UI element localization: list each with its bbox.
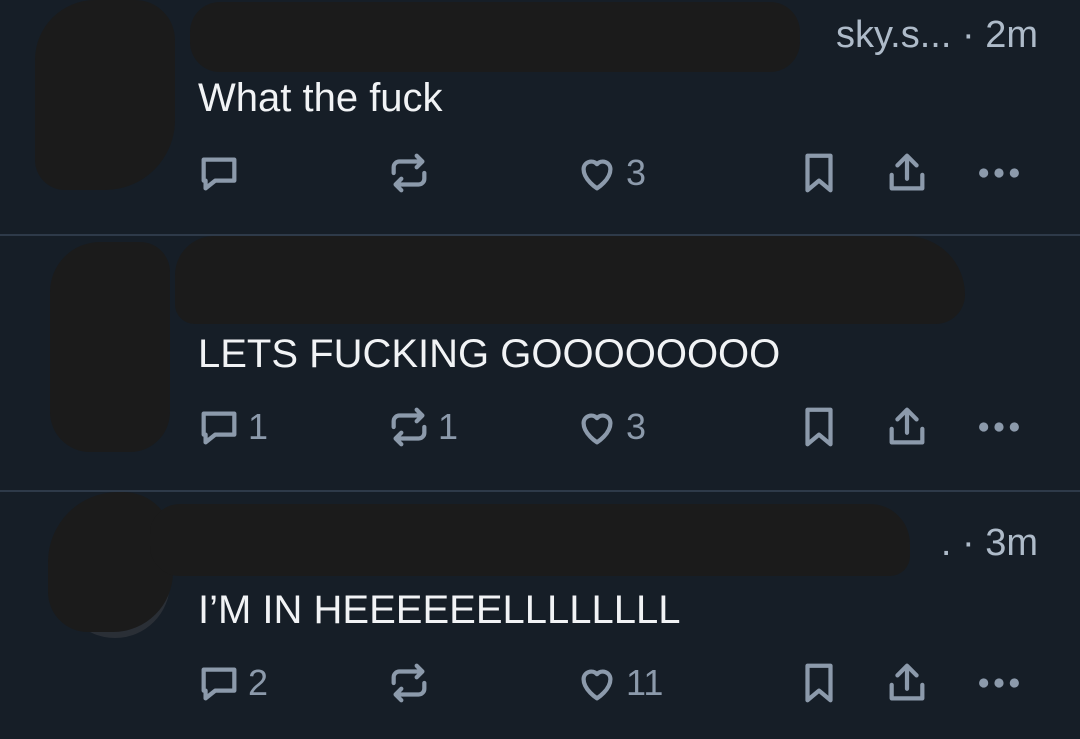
like-count: 11 <box>626 662 664 703</box>
repost-button[interactable] <box>386 658 438 708</box>
like-count: 3 <box>626 152 647 193</box>
like-button[interactable]: 3 <box>574 148 646 198</box>
bookmark-button[interactable] <box>796 402 842 452</box>
reply-count: 2 <box>248 662 269 703</box>
author-handle[interactable]: . <box>941 522 952 564</box>
like-button[interactable]: 3 <box>574 402 646 452</box>
bookmark-button[interactable] <box>796 658 842 708</box>
redaction-author <box>150 504 910 576</box>
post-actions: 2 11 <box>0 658 1080 708</box>
post[interactable]: . · 3m I’M IN HEEEEEELLLLLLLL 2 11 <box>0 492 1080 739</box>
repost-button[interactable] <box>386 148 438 198</box>
share-icon <box>884 660 930 706</box>
reply-count: 1 <box>248 406 269 447</box>
redaction-author <box>175 236 965 324</box>
share-icon <box>884 150 930 196</box>
reply-icon <box>196 150 242 196</box>
more-dots-icon <box>974 404 1024 450</box>
timestamp[interactable]: 3m <box>985 522 1038 564</box>
repost-icon <box>386 150 432 196</box>
share-button[interactable] <box>884 658 930 708</box>
post-meta: . · 3m <box>941 522 1038 565</box>
like-button[interactable]: 11 <box>574 658 663 708</box>
more-button[interactable] <box>974 148 1024 198</box>
more-button[interactable] <box>974 658 1024 708</box>
bookmark-icon <box>796 150 842 196</box>
share-icon <box>884 404 930 450</box>
post-text: LETS FUCKING GOOOOOOOO <box>198 332 781 376</box>
reply-button[interactable] <box>196 148 248 198</box>
share-button[interactable] <box>884 402 930 452</box>
bookmark-icon <box>796 404 842 450</box>
repost-count: 1 <box>438 406 459 447</box>
more-dots-icon <box>974 660 1024 706</box>
bookmark-button[interactable] <box>796 148 842 198</box>
reply-button[interactable]: 1 <box>196 402 268 452</box>
repost-icon <box>386 404 432 450</box>
share-button[interactable] <box>884 148 930 198</box>
separator: · <box>961 522 986 564</box>
reply-icon <box>196 660 242 706</box>
heart-icon <box>574 404 620 450</box>
repost-button[interactable]: 1 <box>386 402 458 452</box>
post[interactable]: LETS FUCKING GOOOOOOOO 1 1 3 <box>0 236 1080 491</box>
post-actions: 3 <box>0 148 1080 198</box>
timestamp[interactable]: 2m <box>985 14 1038 56</box>
post-text: I’M IN HEEEEEELLLLLLLL <box>198 588 681 632</box>
more-button[interactable] <box>974 402 1024 452</box>
heart-icon <box>574 660 620 706</box>
reply-button[interactable]: 2 <box>196 658 268 708</box>
post[interactable]: sky.s... · 2m What the fuck 3 <box>0 0 1080 235</box>
reply-icon <box>196 404 242 450</box>
post-meta: sky.s... · 2m <box>836 14 1038 57</box>
like-count: 3 <box>626 406 647 447</box>
heart-icon <box>574 150 620 196</box>
bookmark-icon <box>796 660 842 706</box>
redaction-author <box>190 2 800 72</box>
repost-icon <box>386 660 432 706</box>
more-dots-icon <box>974 150 1024 196</box>
post-text: What the fuck <box>198 76 443 120</box>
post-actions: 1 1 3 <box>0 402 1080 452</box>
separator: · <box>961 14 986 56</box>
author-handle[interactable]: sky.s... <box>836 14 951 56</box>
